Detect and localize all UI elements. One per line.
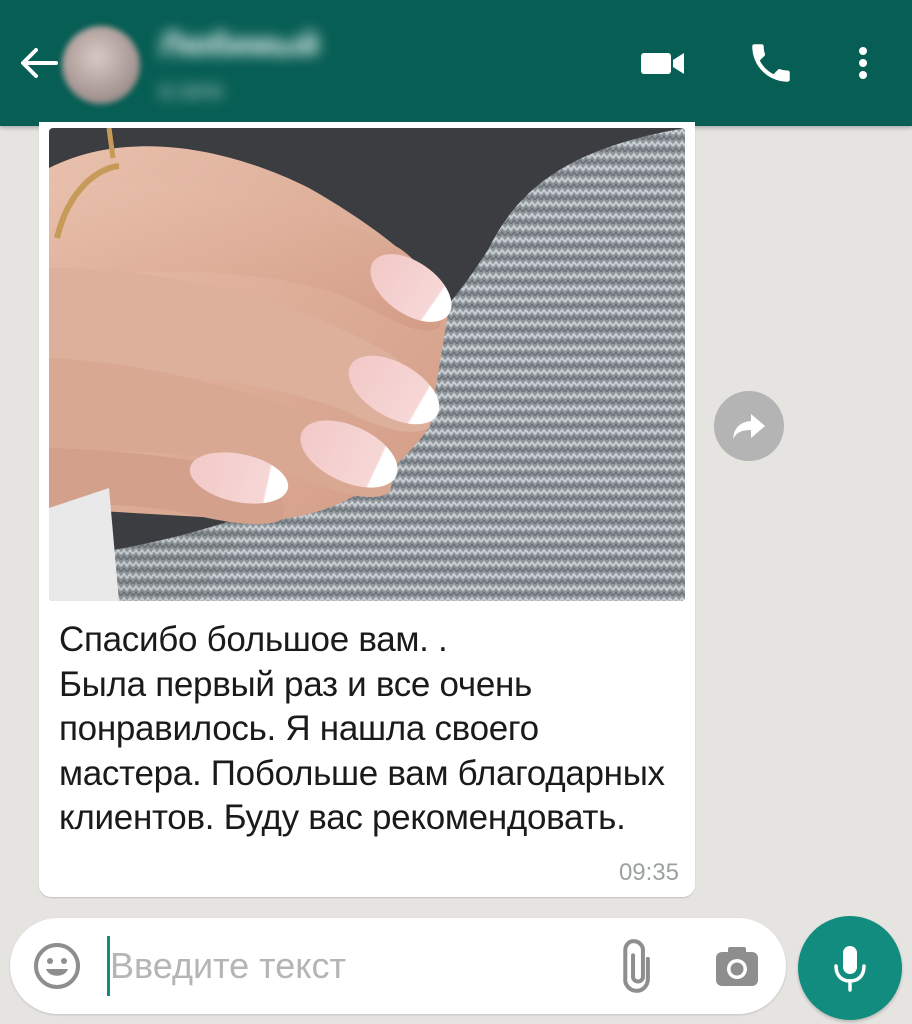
message-photo[interactable] (49, 128, 685, 601)
message-timestamp: 09:35 (618, 859, 679, 886)
back-arrow-icon[interactable] (16, 41, 60, 85)
message-composer (10, 918, 786, 1014)
message-bubble[interactable]: Спасибо большое вам. . Была первый раз и… (39, 122, 695, 897)
paperclip-icon[interactable] (610, 938, 666, 994)
phone-call-icon[interactable] (746, 38, 796, 88)
message-input[interactable] (110, 938, 590, 994)
contact-avatar[interactable] (62, 26, 140, 104)
camera-icon[interactable] (712, 942, 762, 992)
microphone-button[interactable] (798, 916, 902, 1020)
contact-status: в сети (160, 78, 223, 103)
contact-name[interactable]: Любимый (160, 26, 319, 63)
more-options-icon[interactable] (838, 38, 888, 88)
video-call-icon[interactable] (638, 38, 688, 88)
forward-icon (733, 414, 765, 439)
message-text: Спасибо большое вам. . Была первый раз и… (59, 620, 665, 837)
emoji-icon[interactable] (32, 941, 82, 991)
chat-header: Любимый в сети (0, 0, 912, 126)
forward-message-button[interactable] (714, 391, 784, 461)
microphone-icon (834, 946, 866, 992)
